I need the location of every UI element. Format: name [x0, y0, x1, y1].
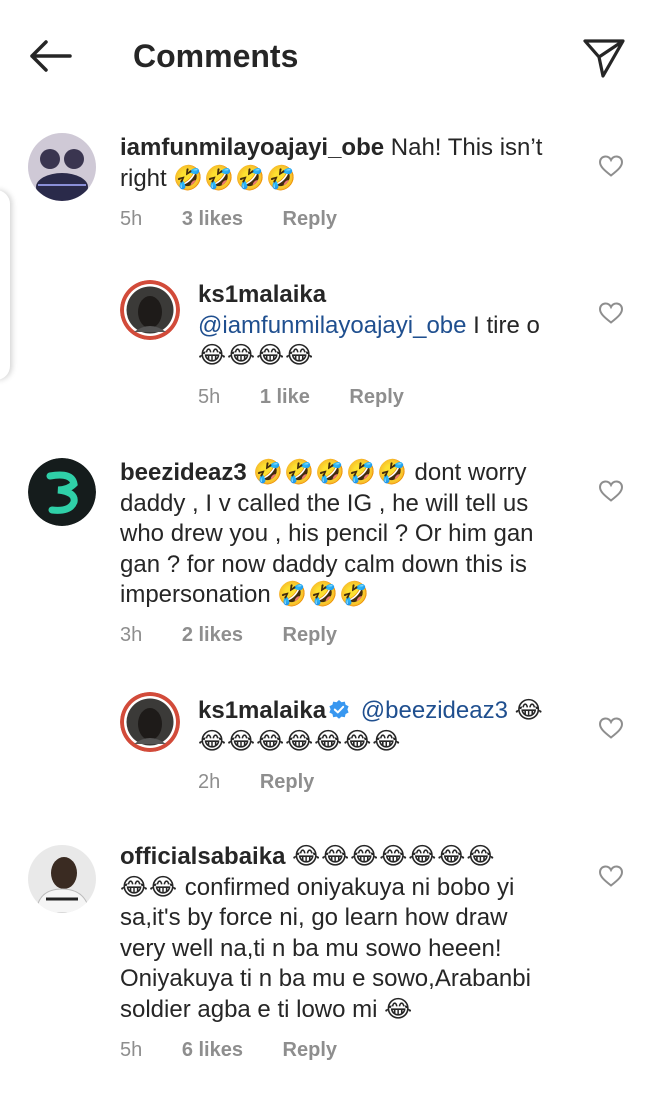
- verified-badge-icon: [329, 700, 349, 719]
- comment-body: who drew you , his pencil ? Or him gan: [120, 520, 534, 547]
- comment-text: beezideaz3 🤣🤣🤣🤣🤣 dont worry daddy , I v …: [120, 458, 590, 611]
- heart-icon: [598, 155, 624, 177]
- heart-icon: [598, 302, 624, 324]
- heart-icon: [598, 480, 624, 502]
- comment-username[interactable]: officialsabaika: [120, 843, 285, 870]
- back-button[interactable]: [26, 36, 76, 76]
- comment-time: 5h: [120, 1039, 143, 1061]
- comment-username[interactable]: beezideaz3: [120, 459, 247, 486]
- like-button[interactable]: [598, 716, 624, 740]
- avatar[interactable]: [28, 845, 96, 913]
- emoji-group: 😂😂😂😂: [198, 342, 315, 369]
- comment-body: I tire o: [473, 311, 540, 339]
- comment-body: Oniyakuya ti n ba mu e sowo,Arabanbi: [120, 965, 531, 992]
- heart-icon: [598, 717, 624, 739]
- comment-body: soldier agba e ti lowo mi: [120, 995, 378, 1023]
- like-button[interactable]: [598, 301, 624, 325]
- like-button[interactable]: [598, 479, 624, 503]
- emoji-group: 😂😂: [120, 873, 179, 901]
- avatar[interactable]: [28, 133, 96, 201]
- heart-icon: [598, 865, 624, 887]
- emoji-group: 🤣🤣🤣🤣: [173, 164, 297, 192]
- paper-plane-icon: [583, 39, 625, 78]
- reply-button[interactable]: Reply: [283, 206, 337, 232]
- comment-body: confirmed oniyakuya ni bobo yi: [184, 873, 515, 901]
- reply-button[interactable]: Reply: [349, 384, 403, 410]
- like-button[interactable]: [598, 864, 624, 888]
- comment-username[interactable]: iamfunmilayoajayi_obe: [120, 134, 384, 161]
- likes-count[interactable]: 2 likes: [182, 622, 243, 648]
- comment-time: 5h: [198, 386, 221, 408]
- comment-meta: 5h 3 likes Reply: [120, 206, 371, 232]
- mention-link[interactable]: @iamfunmilayoajayi_obe: [198, 312, 467, 339]
- comment-time: 3h: [120, 624, 143, 646]
- arrow-left-icon: [30, 40, 72, 72]
- comment-meta: 5h 1 like Reply: [198, 384, 438, 410]
- likes-count[interactable]: 3 likes: [182, 206, 243, 232]
- likes-count[interactable]: 6 likes: [182, 1037, 243, 1063]
- comment-text: iamfunmilayoajayi_obe Nah! This isn’t ri…: [120, 133, 580, 194]
- comment-body: right: [120, 164, 167, 192]
- comment-text: officialsabaika 😂😂😂😂😂😂😂 😂😂 confirmed oni…: [120, 842, 590, 1025]
- emoji-group: 😂😂😂😂😂😂😂: [292, 843, 496, 870]
- header-bar: Comments: [0, 0, 662, 112]
- reply-button[interactable]: Reply: [283, 1037, 337, 1063]
- comment-body: Nah! This isn’t: [390, 134, 543, 161]
- comment-body: daddy , I v called the IG , he will tell…: [120, 489, 529, 517]
- mention-link[interactable]: @beezideaz3: [361, 697, 508, 724]
- share-button[interactable]: [582, 36, 626, 80]
- avatar[interactable]: [120, 280, 180, 340]
- comment-body: sa,it's by force ni, go learn how draw: [120, 904, 508, 931]
- avatar[interactable]: [28, 458, 96, 526]
- likes-count[interactable]: 1 like: [260, 384, 310, 410]
- comment-meta: 3h 2 likes Reply: [120, 622, 371, 648]
- comment-body: very well na,ti n ba mu sowo heeen!: [120, 934, 502, 962]
- side-drawer-edge: [0, 190, 10, 380]
- reply-button[interactable]: Reply: [283, 622, 337, 648]
- emoji-group: 🤣🤣🤣: [277, 581, 371, 608]
- reply-button[interactable]: Reply: [260, 769, 314, 795]
- comment-meta: 2h Reply: [198, 769, 348, 795]
- comment-text: ks1malaika @iamfunmilayoajayi_obe I tire…: [198, 280, 578, 372]
- emoji-group: 😂: [514, 697, 544, 724]
- comment-username[interactable]: ks1malaika: [198, 281, 326, 308]
- emoji-group: 😂😂😂😂😂😂😂: [198, 727, 402, 755]
- emoji-group: 😂: [384, 995, 414, 1023]
- page-title: Comments: [133, 38, 299, 74]
- like-button[interactable]: [598, 154, 624, 178]
- emoji-group: 🤣🤣🤣🤣🤣: [253, 459, 408, 486]
- comment-username[interactable]: ks1malaika: [198, 697, 326, 724]
- comment-body: dont worry: [414, 459, 527, 486]
- comment-time: 2h: [198, 771, 221, 793]
- avatar[interactable]: [120, 692, 180, 752]
- comment-time: 5h: [120, 208, 143, 230]
- comment-text: ks1malaika @beezideaz3 😂 😂😂😂😂😂😂😂: [198, 696, 588, 757]
- comment-meta: 5h 6 likes Reply: [120, 1037, 371, 1063]
- comment-body: impersonation: [120, 581, 271, 608]
- comment-body: gan ? for now daddy calm down this is: [120, 550, 527, 578]
